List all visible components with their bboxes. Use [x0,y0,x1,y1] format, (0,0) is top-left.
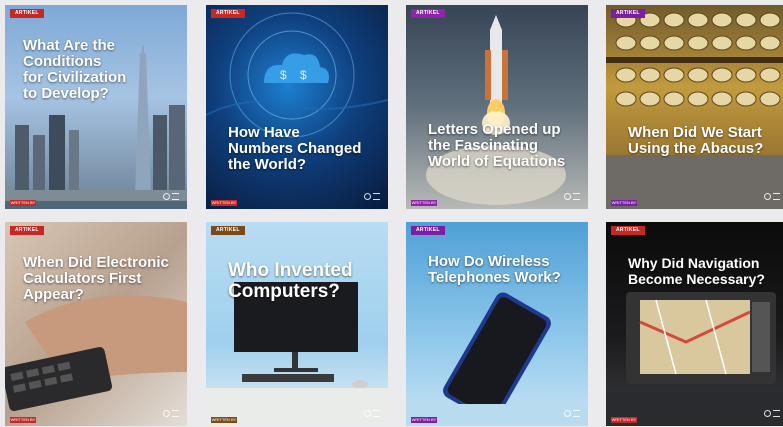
publisher-logo-icon [364,409,382,418]
author-badge: WRITTEN BY [211,200,237,206]
abacus-image [606,12,783,209]
category-tag: ARTIKEL [411,226,445,235]
author-badge: WRITTEN BY [10,200,36,206]
article-title: How Have Numbers Changed the World? [228,124,362,173]
article-card-grid: ARTIKEL What Are the Conditions for Civi… [0,0,783,427]
city-skyline-image [5,45,187,209]
svg-text:$: $ [280,68,287,82]
author-badge: WRITTEN BY [611,417,637,423]
publisher-logo-icon [364,192,382,201]
article-title: When Did Electronic Calculators First Ap… [23,254,169,303]
category-tag: ARTIKEL [10,226,44,235]
category-tag: ARTIKEL [10,9,44,18]
desktop-computer-image [206,282,388,426]
article-title: Why Did Navigation Become Necessary? [628,255,765,287]
article-card-navigation[interactable]: ARTIKEL Why Did Navigation Become Necess… [606,222,783,426]
category-tag: ARTIKEL [611,226,645,235]
category-tag: ARTIKEL [411,9,445,18]
publisher-logo-icon [564,192,582,201]
article-card-wireless-phones[interactable]: ARTIKEL How Do Wireless Telephones Work?… [406,222,588,426]
article-card-civilization[interactable]: ARTIKEL What Are the Conditions for Civi… [5,5,187,209]
category-tag: ARTIKEL [211,9,245,18]
category-tag: ARTIKEL [611,9,645,18]
publisher-logo-icon [163,192,181,201]
author-badge: WRITTEN BY [411,417,437,423]
article-title: Letters Opened up the Fascinating World … [428,121,566,170]
article-card-computers[interactable]: ARTIKEL Who Invented Computers? WRITTEN … [206,222,388,426]
article-title: Who Invented Computers? [228,260,353,302]
svg-text:$: $ [300,68,307,82]
publisher-logo-icon [764,409,782,418]
article-title: What Are the Conditions for Civilization… [23,37,127,102]
article-card-calculators[interactable]: ARTIKEL When Did Electronic Calculators … [5,222,187,426]
author-badge: WRITTEN BY [611,200,637,206]
author-badge: WRITTEN BY [10,417,36,423]
digital-cloud-image: $ $ [206,12,388,138]
article-card-numbers[interactable]: $ $ ARTIKEL How Have Numbers Changed the… [206,5,388,209]
calculator-hand-image [5,295,187,412]
publisher-logo-icon [163,409,181,418]
article-title: How Do Wireless Telephones Work? [428,253,561,286]
article-card-abacus[interactable]: ARTIKEL When Did We Start Using the Abac… [606,5,783,209]
article-card-equations[interactable]: ARTIKEL Letters Opened up the Fascinatin… [406,5,588,209]
car-navigation-image [606,292,783,426]
publisher-logo-icon [764,192,782,201]
publisher-logo-icon [564,409,582,418]
category-tag: ARTIKEL [211,226,245,235]
article-title: When Did We Start Using the Abacus? [628,124,764,157]
author-badge: WRITTEN BY [411,200,437,206]
rocket-launch-image [426,15,566,205]
author-badge: WRITTEN BY [211,417,237,423]
